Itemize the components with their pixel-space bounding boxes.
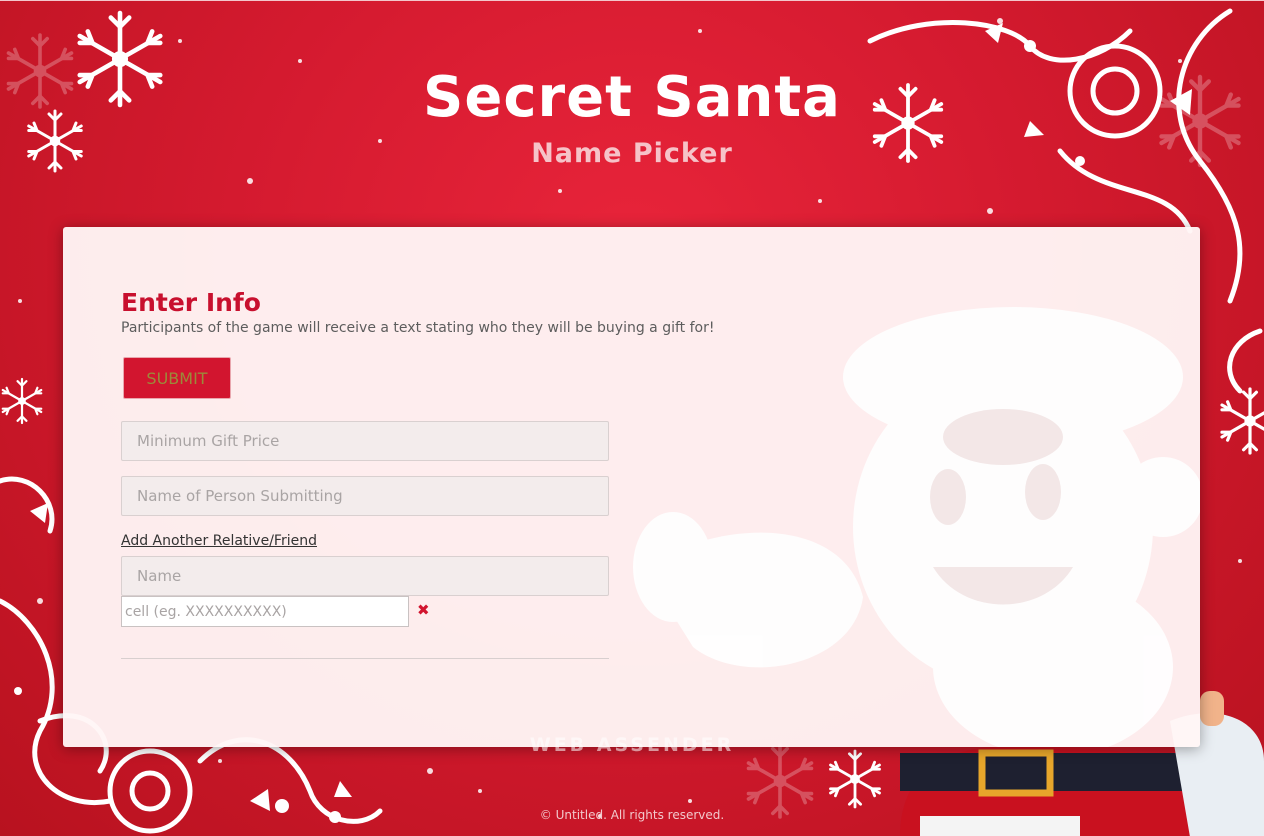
header: Secret Santa Name Picker: [0, 59, 1264, 171]
page: Secret Santa Name Picker Enter Info Part…: [0, 0, 1264, 836]
participant-name-input[interactable]: [121, 556, 609, 596]
snowflake-icon: [1220, 387, 1264, 455]
section-description: Participants of the game will receive a …: [121, 320, 715, 336]
remove-icon[interactable]: ✖: [417, 601, 430, 619]
watermark-logo: WEB ASSENDER: [529, 734, 735, 756]
section-title: Enter Info: [121, 288, 261, 317]
submit-button[interactable]: SUBMIT: [123, 357, 231, 399]
page-subtitle: Name Picker: [531, 138, 733, 169]
divider: [121, 658, 609, 659]
santa-illustration: [633, 307, 1200, 747]
footer-copyright: © Untitled. All rights reserved.: [539, 808, 725, 822]
snowflake-icon: [829, 749, 881, 809]
submitter-name-input[interactable]: [121, 476, 609, 516]
add-relative-link[interactable]: Add Another Relative/Friend: [121, 533, 317, 549]
minimum-gift-price-input[interactable]: [121, 421, 609, 461]
participant-cell-input[interactable]: [121, 596, 409, 627]
snowflake-icon: [1, 377, 43, 425]
page-title: Secret Santa: [423, 65, 841, 130]
form-card: Enter Info Participants of the game will…: [63, 227, 1200, 747]
enter-info-form: Enter Info Participants of the game will…: [121, 287, 821, 659]
